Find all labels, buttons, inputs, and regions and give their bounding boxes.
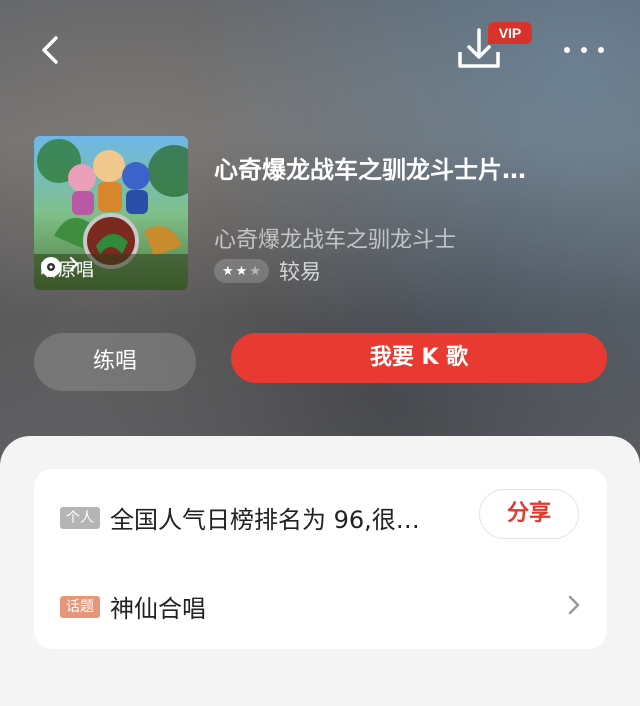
more-dot [564, 47, 570, 53]
share-button[interactable]: 分享 [479, 489, 579, 539]
chevron-left-icon [42, 36, 58, 64]
more-options-button[interactable] [564, 38, 604, 62]
song-title: 心奇爆龙战车之驯龙斗士片… [214, 156, 526, 184]
difficulty-row: ★ ★ ★ 较易 [214, 256, 321, 286]
star-filled-icon: ★ [235, 263, 248, 279]
more-dot [598, 47, 604, 53]
difficulty-label: 较易 [278, 260, 321, 284]
chevron-right-icon[interactable] [566, 594, 582, 616]
more-dot [581, 47, 587, 53]
practice-button[interactable]: 练唱 [34, 333, 196, 391]
topic-text: 神仙合唱 [110, 595, 206, 623]
star-filled-icon: ★ [222, 263, 234, 279]
rank-text: 全国人气日榜排名为 96,很… [110, 506, 420, 534]
difficulty-stars: ★ ★ ★ [214, 259, 269, 283]
disc-icon [41, 257, 61, 277]
chevron-right-icon [69, 256, 79, 272]
star-empty-icon: ★ [249, 263, 261, 279]
vip-badge: VIP [488, 22, 532, 44]
album-cover[interactable]: 听原唱 [34, 136, 188, 290]
song-artist[interactable]: 心奇爆龙战车之驯龙斗士 [214, 222, 456, 254]
topic-tag: 话题 [60, 595, 100, 618]
rank-row[interactable]: 个人 全国人气日榜排名为 96,很… [60, 500, 420, 535]
sing-karaoke-button[interactable]: 我要 K 歌 [231, 333, 607, 383]
listen-original-button[interactable]: 听原唱 [40, 256, 94, 282]
back-button[interactable] [36, 32, 64, 68]
topic-row[interactable]: 话题 神仙合唱 [60, 589, 206, 624]
personal-tag: 个人 [60, 506, 100, 529]
